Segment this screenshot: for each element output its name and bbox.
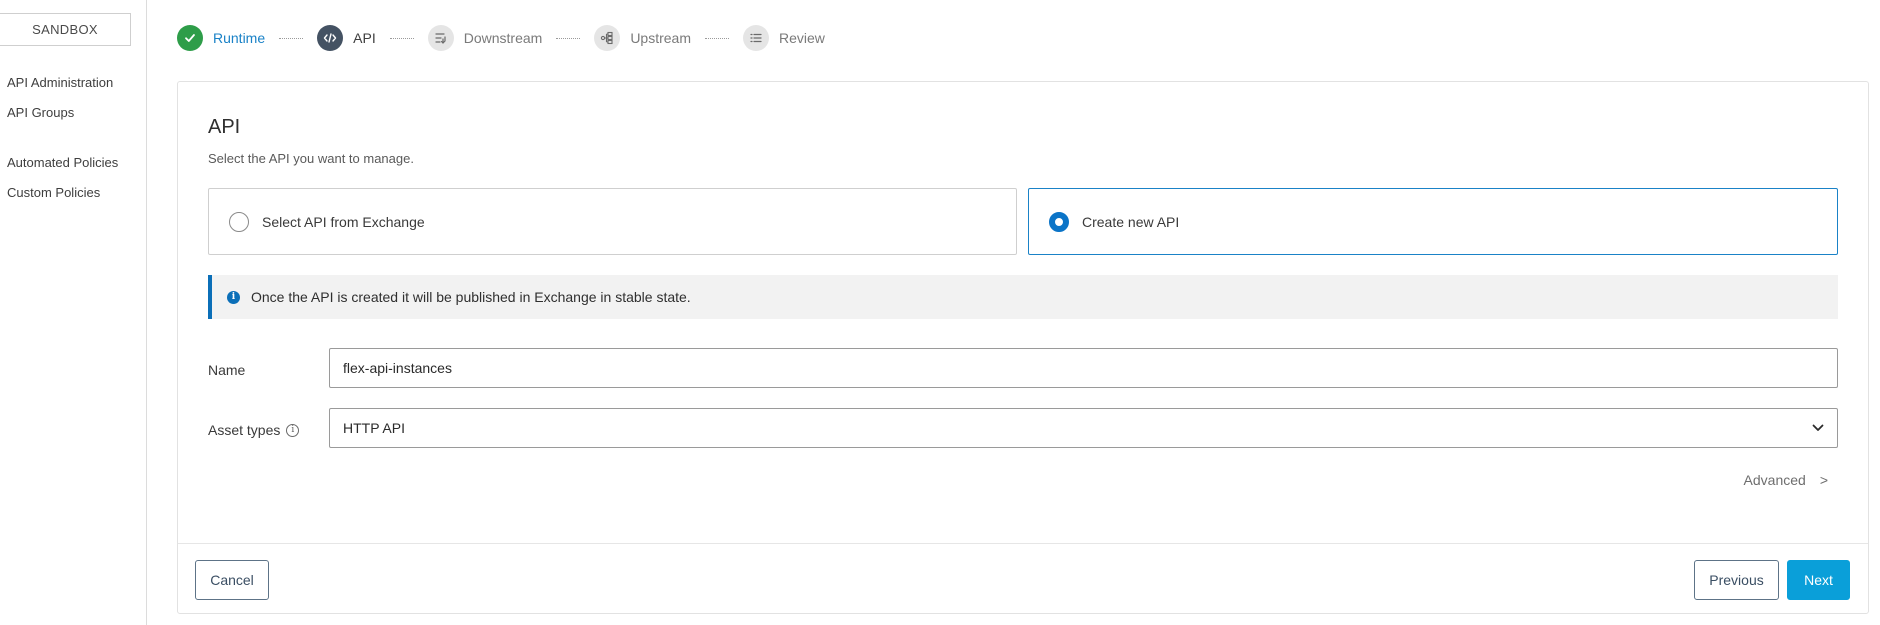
step-downstream[interactable]: Downstream (427, 25, 543, 51)
previous-button[interactable]: Previous (1694, 560, 1779, 600)
radio-unchecked-icon (229, 211, 249, 232)
step-upstream[interactable]: Upstream (594, 25, 691, 51)
step-label: Review (779, 30, 825, 46)
chevron-down-icon (1812, 419, 1824, 437)
asset-types-select[interactable]: HTTP API (329, 408, 1838, 448)
step-separator (556, 37, 581, 39)
step-review[interactable]: Review (743, 25, 825, 51)
info-text: Once the API is created it will be publi… (251, 289, 691, 305)
advanced-label: Advanced (1743, 472, 1806, 488)
asset-types-label-text: Asset types (208, 422, 281, 438)
chevron-right-icon: > (1819, 472, 1828, 488)
sidebar: SANDBOX API Administration API Groups Au… (0, 0, 147, 625)
sidebar-item-api-groups[interactable]: API Groups (7, 105, 74, 120)
step-separator (389, 37, 414, 39)
step-label: Upstream (630, 30, 691, 46)
environment-badge[interactable]: SANDBOX (0, 13, 131, 46)
asset-types-label: Asset types i (208, 422, 300, 438)
step-api[interactable]: API (317, 25, 376, 51)
option-label: Create new API (1082, 213, 1180, 230)
sidebar-item-custom-policies[interactable]: Custom Policies (7, 185, 100, 200)
step-label: API (353, 30, 376, 46)
downstream-icon (427, 25, 454, 51)
card-title: API (208, 116, 241, 138)
wizard-stepper: Runtime API Downstream Upstream Review (177, 24, 825, 52)
sidebar-item-api-administration[interactable]: API Administration (7, 75, 113, 90)
api-config-card: API Select the API you want to manage. S… (177, 81, 1869, 614)
name-input[interactable] (329, 348, 1838, 388)
info-icon: i (227, 290, 240, 304)
option-select-from-exchange[interactable]: Select API from Exchange (208, 188, 1017, 255)
check-icon (177, 25, 203, 51)
step-separator (705, 37, 729, 39)
upstream-icon (594, 25, 621, 51)
step-separator (279, 37, 304, 39)
option-label: Select API from Exchange (262, 213, 425, 230)
info-banner: i Once the API is created it will be pub… (208, 275, 1838, 319)
sidebar-item-automated-policies[interactable]: Automated Policies (7, 155, 118, 170)
code-icon (317, 25, 344, 51)
card-footer: Cancel Previous Next (178, 543, 1868, 614)
step-runtime[interactable]: Runtime (177, 25, 265, 51)
next-button[interactable]: Next (1787, 560, 1850, 600)
step-label: Downstream (463, 30, 543, 46)
info-circle-icon[interactable]: i (286, 423, 300, 437)
step-label: Runtime (213, 30, 266, 46)
name-label-text: Name (208, 362, 246, 378)
list-icon (743, 25, 769, 51)
card-subtitle: Select the API you want to manage. (208, 151, 414, 166)
radio-checked-icon (1049, 211, 1069, 232)
advanced-link[interactable]: Advanced > (1744, 472, 1828, 488)
asset-types-value: HTTP API (343, 420, 405, 436)
cancel-button[interactable]: Cancel (195, 560, 269, 600)
name-label: Name (208, 362, 245, 378)
option-create-new-api[interactable]: Create new API (1028, 188, 1838, 255)
